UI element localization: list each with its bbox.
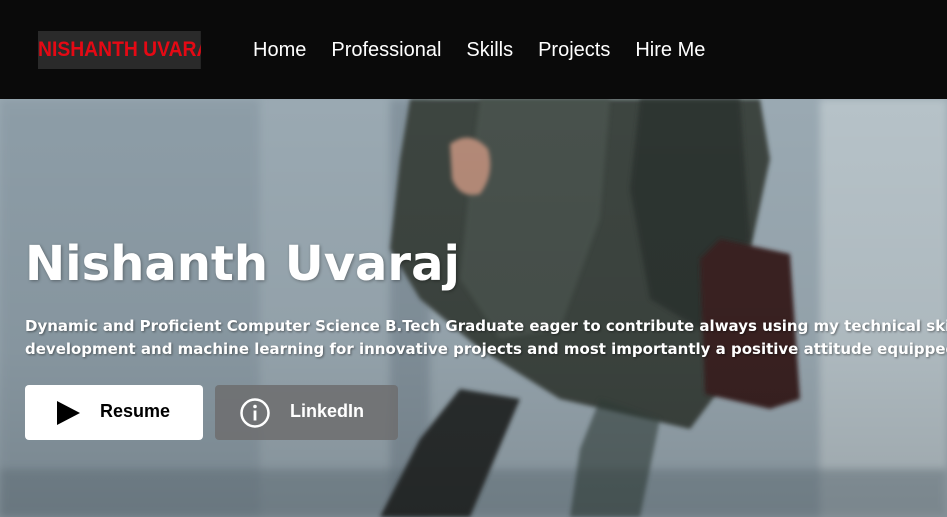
hero-overlay xyxy=(0,99,947,517)
brand-logo[interactable]: NISHANTH UVARAJ xyxy=(38,31,201,69)
resume-button-label: Resume xyxy=(100,401,171,421)
info-icon xyxy=(240,398,270,428)
navbar: NISHANTH UVARAJ Home Professional Skills… xyxy=(0,0,947,99)
linkedin-button-label: LinkedIn xyxy=(290,401,365,421)
hero-description-line: Dynamic and Proficient Computer Science … xyxy=(25,317,947,335)
resume-button[interactable]: Resume xyxy=(25,385,203,440)
nav-link-professional[interactable]: Professional xyxy=(331,37,441,63)
nav-links: Home Professional Skills Projects Hire M… xyxy=(253,37,730,63)
hero-title: Nishanth Uvaraj xyxy=(25,236,460,292)
hero-description: Dynamic and Proficient Computer Science … xyxy=(25,315,947,361)
hero-description-line: development and machine learning for inn… xyxy=(25,340,947,358)
hero-banner: Nishanth Uvaraj Dynamic and Proficient C… xyxy=(0,99,947,517)
play-icon xyxy=(57,401,80,425)
nav-link-hire-me[interactable]: Hire Me xyxy=(635,37,705,63)
nav-link-projects[interactable]: Projects xyxy=(538,37,610,63)
nav-link-skills[interactable]: Skills xyxy=(466,37,513,63)
linkedin-button[interactable]: LinkedIn xyxy=(215,385,398,440)
nav-link-home[interactable]: Home xyxy=(253,37,306,63)
